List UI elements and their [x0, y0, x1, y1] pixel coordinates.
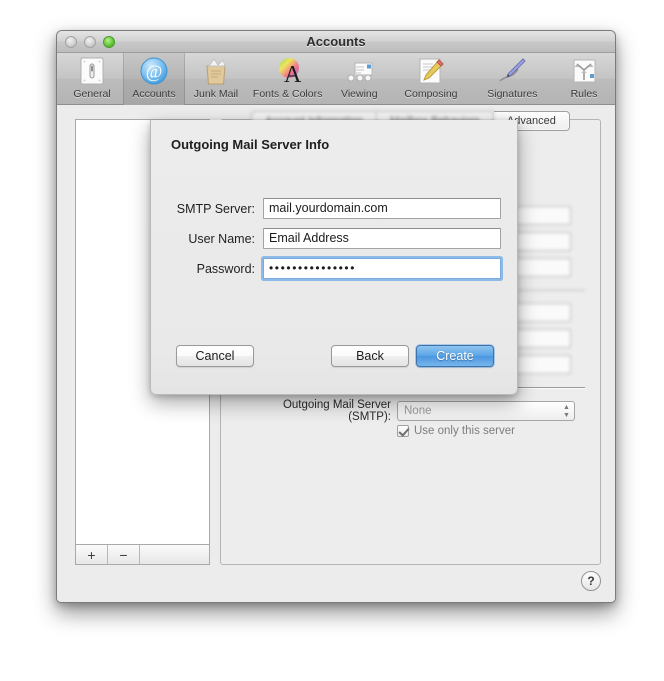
- svg-text:@: @: [146, 62, 163, 82]
- general-icon: [80, 57, 104, 85]
- toolbar-item-fonts-colors[interactable]: A Fonts & Colors: [247, 53, 328, 105]
- window-title: Accounts: [306, 34, 366, 49]
- help-button[interactable]: ?: [581, 571, 601, 591]
- window-titlebar[interactable]: Accounts: [57, 31, 615, 53]
- toolbar-item-signatures[interactable]: Signatures: [472, 53, 553, 105]
- smtp-server-label: SMTP Server:: [176, 201, 255, 216]
- at-sign-icon: @: [140, 57, 168, 85]
- use-only-this-server-row[interactable]: Use only this server: [397, 425, 515, 437]
- outgoing-smtp-popup[interactable]: None ▲ ▼: [397, 401, 575, 421]
- create-button[interactable]: Create: [416, 345, 494, 367]
- signatures-icon: [499, 58, 527, 82]
- preferences-window: Accounts General @ Accounts Junk Mail A …: [56, 30, 616, 603]
- toolbar-label-general: General: [73, 88, 111, 100]
- toolbar-item-composing[interactable]: Composing: [390, 53, 471, 105]
- use-only-this-server-label: Use only this server: [414, 425, 515, 437]
- accounts-list-controls-spacer: [140, 545, 209, 564]
- toolbar-item-viewing[interactable]: Viewing: [328, 53, 390, 105]
- toolbar-label-rules: Rules: [570, 88, 598, 100]
- toolbar-label-fonts-colors: Fonts & Colors: [252, 88, 323, 100]
- sheet-password-row: Password: •••••••••••••••: [151, 258, 517, 279]
- toolbar-label-junk-mail: Junk Mail: [193, 88, 239, 100]
- rules-icon: [573, 59, 596, 83]
- smtp-server-row: SMTP Server: mail.yourdomain.com: [151, 198, 517, 219]
- toolbar-label-signatures: Signatures: [487, 88, 538, 100]
- back-button[interactable]: Back: [331, 345, 409, 367]
- use-only-this-server-checkbox[interactable]: [397, 425, 409, 437]
- remove-account-button[interactable]: −: [108, 545, 140, 564]
- accounts-list-controls: + −: [75, 544, 210, 565]
- junk-mail-icon: [206, 58, 226, 85]
- toolbar-label-viewing: Viewing: [341, 88, 378, 100]
- fonts-colors-icon: A: [278, 58, 302, 87]
- toolbar-item-general[interactable]: General: [61, 53, 123, 105]
- sheet-password-label: Password:: [196, 261, 255, 276]
- preferences-toolbar: General @ Accounts Junk Mail A Fonts & C…: [57, 53, 615, 105]
- sheet-title: Outgoing Mail Server Info: [171, 137, 330, 152]
- smtp-server-input[interactable]: mail.yourdomain.com: [263, 198, 501, 219]
- toolbar-item-accounts[interactable]: @ Accounts: [122, 53, 185, 105]
- outgoing-smtp-row[interactable]: Outgoing Mail Server (SMTP): None ▲ ▼: [239, 399, 599, 423]
- sheet-user-name-input[interactable]: Email Address: [263, 228, 501, 249]
- outgoing-smtp-label: Outgoing Mail Server (SMTP):: [282, 399, 391, 423]
- toolbar-label-composing: Composing: [404, 88, 458, 100]
- toolbar-item-rules[interactable]: Rules: [553, 53, 615, 105]
- viewing-icon: [347, 62, 373, 82]
- outgoing-mail-server-sheet: Outgoing Mail Server Info SMTP Server: m…: [150, 120, 518, 395]
- toolbar-item-junk-mail[interactable]: Junk Mail: [185, 53, 247, 105]
- toolbar-label-accounts: Accounts: [132, 88, 176, 100]
- outgoing-smtp-value: None: [404, 405, 432, 417]
- sheet-password-input[interactable]: •••••••••••••••: [263, 258, 501, 279]
- sheet-user-name-row: User Name: Email Address: [151, 228, 517, 249]
- add-account-button[interactable]: +: [76, 545, 108, 564]
- composing-icon: [419, 58, 444, 84]
- popup-arrows-icon: ▲ ▼: [563, 404, 570, 419]
- cancel-button[interactable]: Cancel: [176, 345, 254, 367]
- sheet-user-name-label: User Name:: [188, 231, 255, 246]
- svg-text:A: A: [284, 62, 302, 87]
